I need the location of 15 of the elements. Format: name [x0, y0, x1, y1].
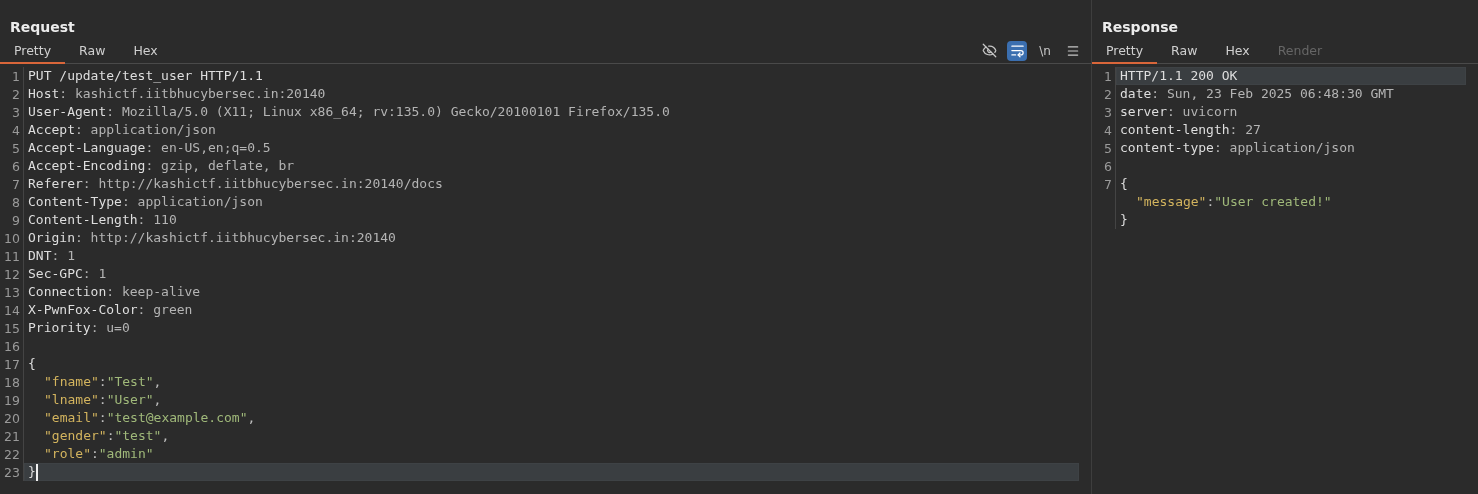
view-tab[interactable]: Raw: [1157, 38, 1212, 64]
wrap-icon: [1009, 43, 1025, 58]
view-tab[interactable]: Raw: [65, 38, 120, 64]
pane-title: Request: [9, 18, 76, 36]
wrap-button[interactable]: [1007, 40, 1027, 61]
view-tab[interactable]: Pretty: [1092, 38, 1158, 64]
pane-title: Response: [1101, 18, 1180, 36]
newline-button[interactable]: \n: [1035, 40, 1055, 61]
line-number: 6: [1092, 157, 1116, 175]
eye-off-icon: [981, 43, 997, 58]
view-tab[interactable]: Hex: [119, 38, 172, 64]
view-tab[interactable]: Hex: [1211, 38, 1264, 64]
view-tab[interactable]: Pretty: [0, 38, 66, 64]
line-number: 16: [0, 337, 24, 355]
menu-icon: [1066, 43, 1080, 58]
